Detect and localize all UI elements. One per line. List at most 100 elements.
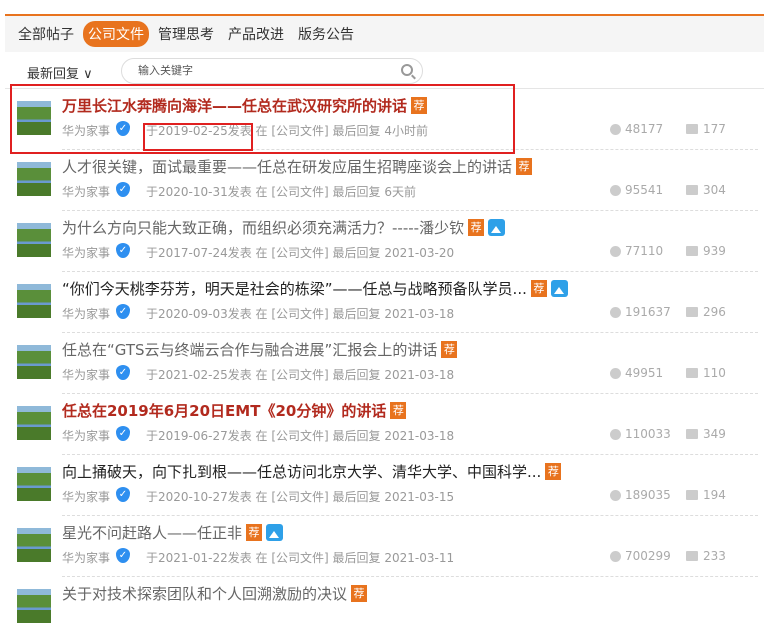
reply-count-value: 304 [703,183,726,197]
recommended-badge: 荐 [468,219,485,236]
reply-count: 349 [686,427,726,441]
view-count-value: 49951 [625,366,664,380]
tab-management-thinking[interactable]: 管理思考 [153,21,219,47]
author-link[interactable]: 华为家事 [62,549,110,566]
avatar[interactable] [17,406,51,440]
avatar[interactable] [17,528,51,562]
reply-count-value: 194 [703,488,726,502]
post-title-link[interactable]: “你们今天桃李芬芳，明天是社会的栋梁”——任总与战略预备队学员... 荐 [62,278,568,299]
reply-count-value: 110 [703,366,726,380]
avatar[interactable] [17,345,51,379]
row-divider [62,576,758,577]
comment-icon [686,246,698,256]
reply-count: 233 [686,549,726,563]
view-count-value: 48177 [625,122,664,136]
tab-announcements[interactable]: 版务公告 [293,21,359,47]
tab-product-improvement[interactable]: 产品改进 [223,21,289,47]
post-title: “你们今天桃李芬芳，明天是社会的栋梁”——任总与战略预备队学员... [62,280,527,298]
reply-count: 296 [686,305,726,319]
post-title-link[interactable]: 万里长江水奔腾向海洋——任总在武汉研究所的讲话荐 [62,95,428,116]
post-title: 人才很关键，面试最重要——任总在研发应届生招聘座谈会上的讲话 [62,158,513,176]
list-item: 任总在“GTS云与终端云合作与融合进展”汇报会上的讲话荐华为家事 ✓ 于2021… [0,336,764,397]
post-title-link[interactable]: 任总在2019年6月20日EMT《20分钟》的讲话荐 [62,400,407,421]
post-title: 为什么方向只能大致正确，而组织必须充满活力？-----潘少钦 [62,219,465,237]
post-meta: 于2019-06-27发表 在 [公司文件] 最后回复 2021-03-18 [146,429,455,443]
post-title-link[interactable]: 关于对技术探索团队和个人回溯激励的决议荐 [62,583,368,604]
post-title: 任总在“GTS云与终端云合作与融合进展”汇报会上的讲话 [62,341,438,359]
image-icon [488,219,506,236]
recommended-badge: 荐 [246,524,263,541]
verified-icon: ✓ [116,365,130,380]
list-item: 向上捅破天，向下扎到根——任总访问北京大学、清华大学、中国科学... 荐华为家事 … [0,458,764,519]
category-tabs: 全部帖子 公司文件 管理思考 产品改进 版务公告 [5,16,764,52]
tab-company-documents[interactable]: 公司文件 [83,21,149,47]
avatar[interactable] [17,284,51,318]
verified-icon: ✓ [116,121,130,136]
image-icon [266,524,284,541]
view-count: 48177 [610,122,663,136]
view-count: 191637 [610,305,671,319]
eye-icon [610,306,621,318]
reply-count: 939 [686,244,726,258]
recommended-badge: 荐 [441,341,458,358]
recommended-badge: 荐 [530,280,547,297]
post-title-link[interactable]: 人才很关键，面试最重要——任总在研发应届生招聘座谈会上的讲话荐 [62,156,533,177]
reply-count-value: 349 [703,427,726,441]
author-link[interactable]: 华为家事 [62,366,110,383]
reply-count-value: 296 [703,305,726,319]
post-title: 星光不问赶路人——任正非 [62,524,243,542]
search-icon[interactable] [401,64,413,76]
author-link[interactable]: 华为家事 [62,183,110,200]
post-meta: 于2021-02-25发表 在 [公司文件] 最后回复 2021-03-18 [146,368,455,382]
avatar[interactable] [17,162,51,196]
sort-label: 最新回复 [27,67,80,82]
recommended-badge: 荐 [411,97,428,114]
view-count: 110033 [610,427,671,441]
verified-icon: ✓ [116,182,130,197]
divider [5,88,764,89]
view-count: 189035 [610,488,671,502]
view-count-value: 77110 [625,244,664,258]
comment-icon [686,551,698,561]
row-divider [62,393,758,394]
post-title-link[interactable]: 为什么方向只能大致正确，而组织必须充满活力？-----潘少钦荐 [62,217,506,238]
search-input[interactable] [138,64,388,77]
verified-icon: ✓ [116,487,130,502]
verified-icon: ✓ [116,426,130,441]
reply-count: 304 [686,183,726,197]
author-link[interactable]: 华为家事 [62,305,110,322]
author-link[interactable]: 华为家事 [62,427,110,444]
row-divider [62,454,758,455]
post-meta: 于2020-10-31发表 在 [公司文件] 最后回复 6天前 [146,185,416,199]
reply-count-value: 233 [703,549,726,563]
comment-icon [686,490,698,500]
post-meta: 于2020-10-27发表 在 [公司文件] 最后回复 2021-03-15 [146,490,455,504]
eye-icon [610,184,621,196]
avatar[interactable] [17,101,51,135]
sort-dropdown[interactable]: 最新回复 ∨ [27,63,93,82]
author-link[interactable]: 华为家事 [62,122,110,139]
avatar[interactable] [17,223,51,257]
list-item: 星光不问赶路人——任正非荐华为家事 ✓ 于2021-01-22发表 在 [公司文… [0,519,764,580]
row-divider [62,149,758,150]
reply-count-value: 177 [703,122,726,136]
tab-all-posts[interactable]: 全部帖子 [13,21,79,47]
comment-icon [686,429,698,439]
verified-icon: ✓ [116,548,130,563]
row-divider [62,271,758,272]
verified-icon: ✓ [116,243,130,258]
author-link[interactable]: 华为家事 [62,488,110,505]
post-title-link[interactable]: 向上捅破天，向下扎到根——任总访问北京大学、清华大学、中国科学... 荐 [62,461,562,482]
top-strip [0,0,764,14]
list-item: 万里长江水奔腾向海洋——任总在武汉研究所的讲话荐华为家事 ✓ 于2019-02-… [0,92,764,153]
post-title: 关于对技术探索团队和个人回溯激励的决议 [62,585,348,603]
avatar[interactable] [17,467,51,501]
list-item: 人才很关键，面试最重要——任总在研发应届生招聘座谈会上的讲话荐华为家事 ✓ 于2… [0,153,764,214]
author-link[interactable]: 华为家事 [62,244,110,261]
recommended-badge: 荐 [545,463,562,480]
post-title-link[interactable]: 星光不问赶路人——任正非荐 [62,522,284,543]
comment-icon [686,124,698,134]
search-box [121,58,423,84]
post-title-link[interactable]: 任总在“GTS云与终端云合作与融合进展”汇报会上的讲话荐 [62,339,458,360]
avatar[interactable] [17,589,51,623]
